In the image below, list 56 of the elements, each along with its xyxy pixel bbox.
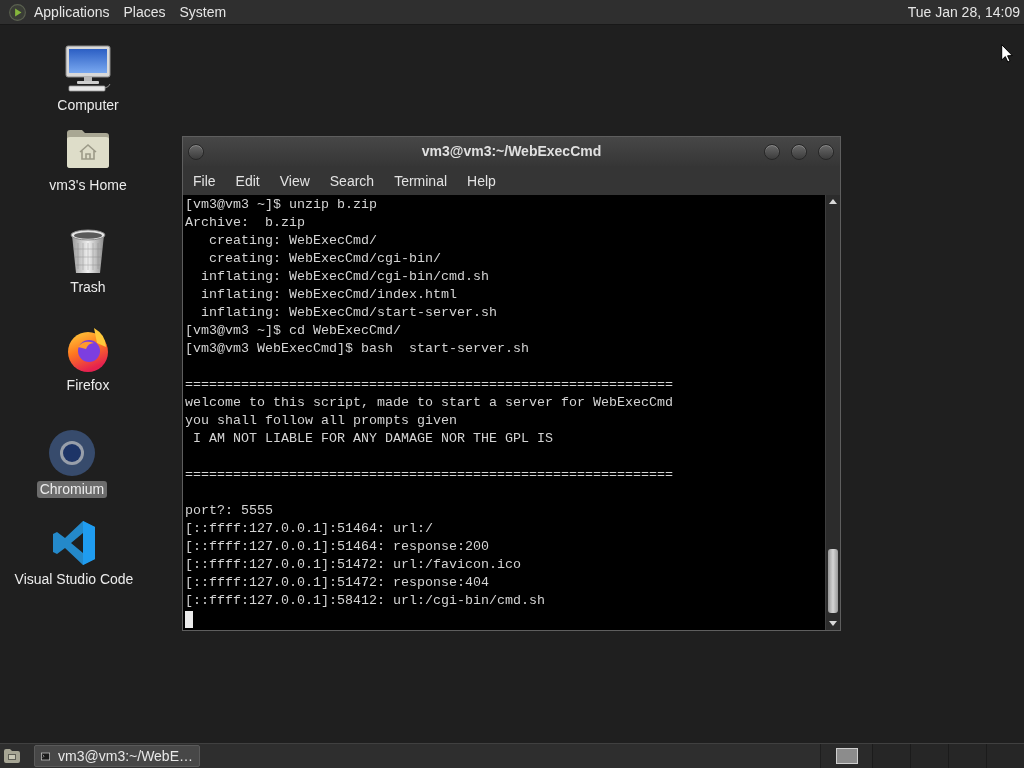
minimize-button[interactable] (764, 143, 780, 160)
desktop-icon-label[interactable]: Chromium (36, 481, 108, 498)
terminal-line: [vm3@vm3 ~]$ unzip b.zip (185, 196, 377, 214)
desktop-icon-label[interactable]: vm3's Home (46, 177, 130, 194)
taskbar-button[interactable]: vm3@vm3:~/WebE… (34, 745, 200, 767)
menu-item[interactable]: Terminal (384, 170, 458, 191)
chromium-logo-icon[interactable] (48, 429, 96, 477)
panel-menu[interactable]: Places (116, 2, 173, 22)
terminal-line: I AM NOT LIABLE FOR ANY DAMAGE NOR THE GPL IS (192, 430, 553, 448)
terminal-line: [::ffff:127.0.0.1]:58412: url:/cgi-bin/cmd.sh (185, 592, 545, 610)
terminal-line: you shall follow all prompts given (185, 412, 457, 430)
scrollbar-thumb[interactable] (828, 549, 838, 613)
desktop-icon-label[interactable]: Visual Studio Code (11, 571, 137, 588)
menu-item[interactable]: Search (319, 170, 385, 191)
desktop-icon-label[interactable]: Computer (54, 97, 122, 114)
panel-menu[interactable]: Applications (27, 2, 117, 22)
menu-logo-icon[interactable] (9, 3, 26, 21)
terminal-line: [::ffff:127.0.0.1]:51464: response:200 (185, 538, 489, 556)
clock[interactable]: Tue Jan 28, 14:09 (907, 1, 1020, 23)
terminal-icon (41, 750, 51, 762)
menu-item[interactable]: Help (457, 170, 506, 191)
terminal-line: inflating: WebExecCmd/index.html (200, 286, 457, 304)
menu-item[interactable]: File (183, 170, 226, 191)
folder-icon[interactable] (3, 748, 21, 764)
workspace-cell[interactable] (820, 744, 872, 768)
terminal-line: [::ffff:127.0.0.1]:51472: response:404 (185, 574, 489, 592)
terminal-line: creating: WebExecCmd/ (208, 232, 377, 250)
scrollbar[interactable] (825, 195, 840, 630)
menu-item[interactable]: View (269, 170, 320, 191)
vscode-logo-icon[interactable] (50, 519, 98, 567)
terminal-line: creating: WebExecCmd/cgi-bin/ (208, 250, 441, 268)
terminal-line: inflating: WebExecCmd/cgi-bin/cmd.sh (200, 268, 489, 286)
desktop-icon-label[interactable]: Firefox (63, 377, 113, 394)
terminal-line: port?: 5555 (185, 502, 273, 520)
terminal-line: [vm3@vm3 WebExecCmd]$ bash start-server.sh (185, 340, 529, 358)
scroll-up-icon[interactable] (829, 199, 837, 204)
workspace-cell[interactable] (872, 744, 910, 768)
terminal-line: ============================================================= (185, 376, 673, 394)
workspace-cell[interactable] (986, 744, 1024, 768)
terminal-line: Archive: b.zip (185, 214, 305, 232)
terminal-line: [::ffff:127.0.0.1]:51464: url:/ (185, 520, 433, 538)
terminal-line: inflating: WebExecCmd/start-server.sh (200, 304, 497, 322)
scroll-down-icon[interactable] (829, 621, 837, 626)
workspace-cell[interactable] (948, 744, 986, 768)
menu-item[interactable]: Edit (225, 170, 270, 191)
terminal-line: ============================================================= (185, 466, 673, 484)
terminal-line: [vm3@vm3 ~]$ cd WebExecCmd/ (185, 322, 401, 340)
desktop-icon-label[interactable]: Trash (67, 279, 109, 296)
monitor-icon[interactable] (64, 45, 112, 93)
window-title: vm3@vm3:~/WebExecCmd (421, 142, 602, 161)
window-thumbnail (835, 748, 858, 764)
mouse-pointer-icon (1001, 44, 1013, 63)
workspace-cell[interactable] (910, 744, 948, 768)
terminal-line: [::ffff:127.0.0.1]:51472: url:/favicon.ico (185, 556, 521, 574)
terminal-line: welcome to this script, made to start a server for WebExecCmd (185, 394, 673, 412)
panel-menu[interactable]: System (172, 2, 234, 22)
